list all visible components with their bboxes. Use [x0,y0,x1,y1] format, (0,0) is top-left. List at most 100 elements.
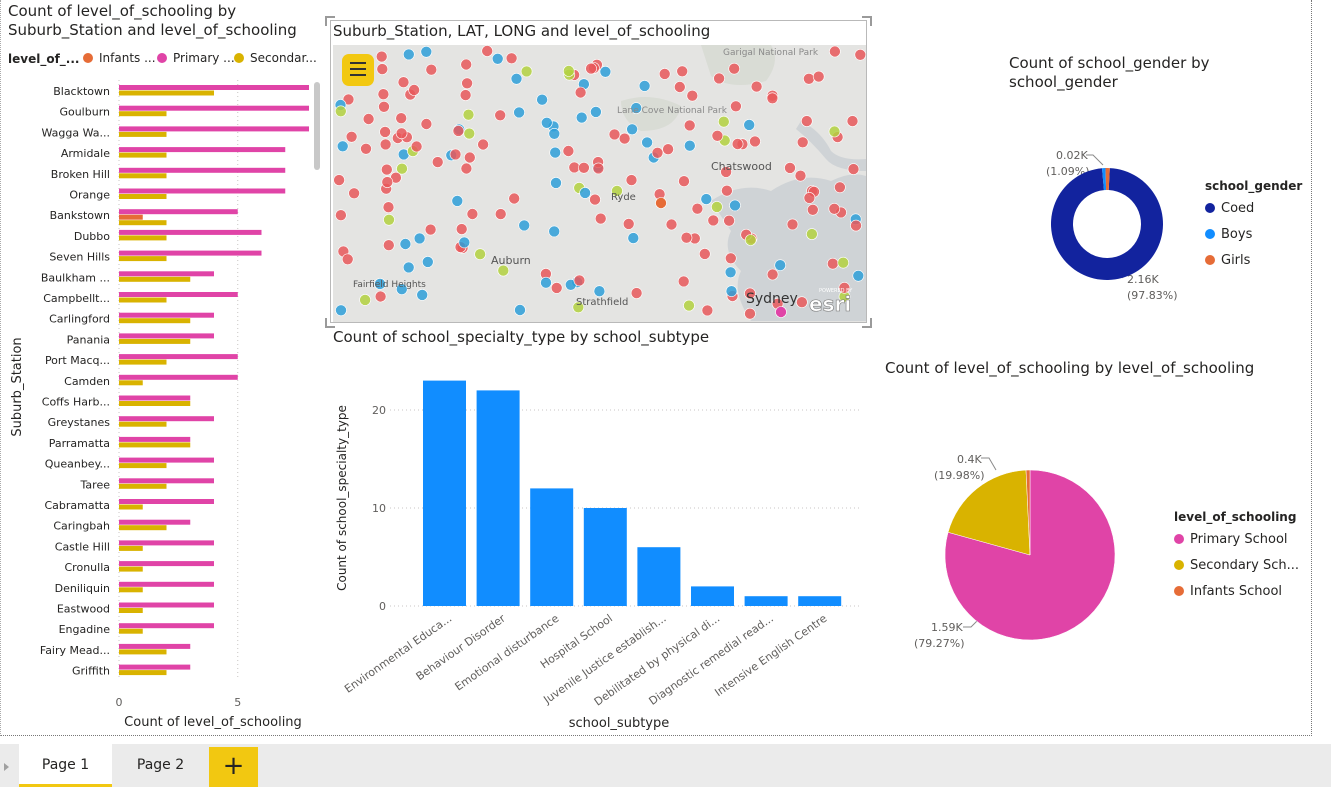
tab-page-1[interactable]: Page 1 [19,744,112,787]
bar-secondary [119,235,167,241]
map-point [345,131,358,143]
map-point [774,259,787,271]
bar-chart-scrollbar[interactable] [314,82,320,170]
map-resize-handle[interactable] [862,318,872,328]
donut-legend-item-girls[interactable]: Girls [1205,253,1250,268]
legend-item-primary[interactable]: Primary ... [157,51,235,65]
map-point [786,218,799,231]
map-point [460,58,472,71]
map-place-label: Garigal National Park [723,48,819,58]
bar-category-label: Orange [69,189,110,202]
pie-chart-svg[interactable]: 0.4K (19.98%) 1.59K (79.27%) [901,445,1131,660]
map-point [803,192,816,204]
map-point [594,212,607,225]
column-bar [691,586,734,606]
donut-chart-svg[interactable]: 0.02K (1.09%) 2.16K (97.83%) [1031,140,1201,310]
bar-primary [119,602,214,608]
map-point [380,163,393,176]
map-point [563,65,575,77]
bar-chart-suburb-svg[interactable]: Suburb_Station Count of level_of_schooli… [1,80,326,735]
map-point [683,139,696,152]
bar-primary [119,581,214,587]
bar-category-label: Caringbah [53,520,110,533]
bar-secondary [119,608,143,613]
map-point [796,296,808,309]
donut-legend-item-boys[interactable]: Boys [1205,227,1252,242]
bar-secondary [119,111,167,117]
map-point [520,65,533,78]
esri-logo: esri [809,292,851,316]
map-point [477,138,489,151]
map-resize-handle[interactable] [862,16,872,26]
map-point [359,294,371,306]
plus-icon: + [222,751,245,781]
bar-category-label: Baulkham ... [41,271,110,284]
map-point [599,65,612,78]
map-point [630,287,643,299]
map-point [686,89,699,102]
bar-category-label: Port Macq... [45,354,110,367]
bar-category-label: Castle Hill [55,540,110,553]
map-point [550,177,562,189]
bar-x-axis-label: Count of level_of_schooling [124,715,302,730]
bar-secondary [119,318,191,324]
map-point [548,225,560,238]
map-point [462,108,475,121]
map-point [382,201,395,213]
column-bar [798,596,842,606]
map-point [608,128,621,141]
add-page-button[interactable]: + [209,747,258,787]
map-point [505,52,518,65]
map-point [425,63,438,76]
map-point [494,109,506,122]
map-frame[interactable]: Garigal National Park Lane Cove National… [330,20,867,323]
bar-primary [119,354,238,360]
pie-legend-title: level_of_schooling [1174,510,1297,524]
map-point [424,223,437,236]
legend-dot-icon [1174,534,1184,544]
column-x-tick-label: Emotional disturbance [453,612,562,694]
tab-scroll-left-icon[interactable] [4,763,9,771]
tab-page-2[interactable]: Page 2 [114,744,207,787]
bar-secondary [119,525,167,531]
map-point [828,203,841,215]
bar-secondary [119,220,167,226]
map-point [335,105,347,118]
pie-legend-item-infants[interactable]: Infants School [1174,584,1282,599]
donut-legend-item-coed[interactable]: Coed [1205,201,1254,216]
bar-chart-title-line1: Count of level_of_schooling by [8,2,237,20]
map-point [510,72,523,85]
map-point [416,289,428,301]
page-tab-bar: Page 1 Page 2 + [0,744,1331,787]
legend-label: Boys [1221,227,1253,242]
legend-item-secondary[interactable]: Secondar... [234,51,317,65]
bar-category-label: Wagga Wa... [41,126,110,139]
bar-primary [119,374,238,380]
map-svg[interactable]: Garigal National Park Lane Cove National… [331,21,867,323]
map-point [420,45,433,58]
map-point [784,162,796,174]
column-bar [530,488,574,606]
map-point [625,174,638,186]
map-point [826,257,839,270]
map-point [725,285,738,298]
bar-category-label: Armidale [61,147,110,160]
bar-secondary [119,587,143,593]
legend-label: Coed [1221,201,1255,216]
map-point [574,86,587,99]
map-point [408,84,420,96]
bar-y-axis-label: Suburb_Station [10,337,25,436]
legend-label: Primary School [1190,532,1288,547]
pie-legend-item-primary[interactable]: Primary School [1174,532,1288,547]
map-point [348,187,360,200]
map-point [711,201,723,213]
pie-legend-item-secondary[interactable]: Secondary Sch... [1174,558,1299,573]
legend-item-infants[interactable]: Infants ... [83,51,156,65]
map-point [680,231,693,244]
column-chart-svg[interactable]: Count of school_specialty_type school_su… [326,350,871,736]
bar-category-label: Fairy Mead... [40,644,110,657]
report-canvas: Count of level_of_schooling by Suburb_St… [0,0,1312,736]
column-bar [476,390,520,606]
map-point [333,174,345,186]
donut-label-big-pct: (97.83%) [1127,289,1178,302]
